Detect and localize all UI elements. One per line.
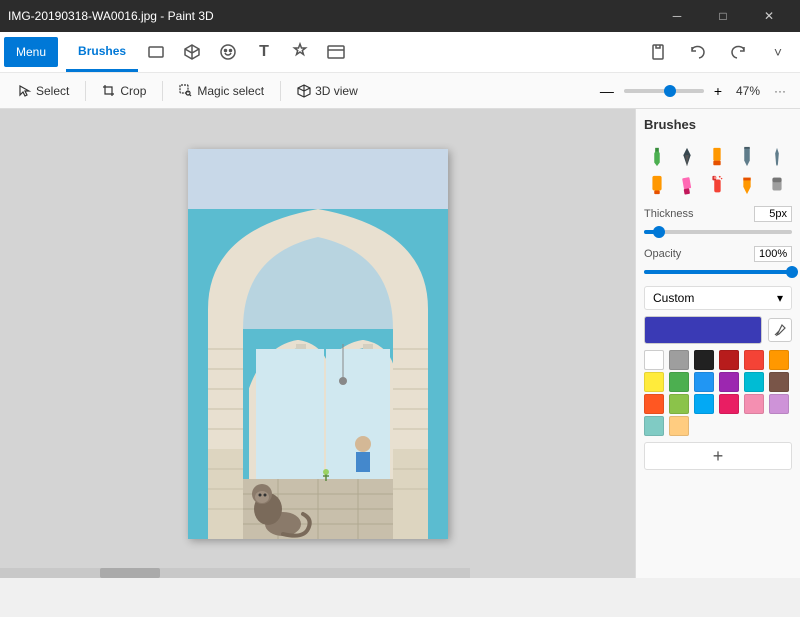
color-swatch[interactable]	[669, 372, 689, 392]
more-menu-button[interactable]: ···	[768, 82, 792, 100]
thickness-slider-row	[644, 226, 792, 234]
tab-stickers[interactable]	[210, 34, 246, 70]
thickness-row: Thickness 5px	[644, 206, 792, 222]
color-swatch[interactable]	[644, 350, 664, 370]
menu-button[interactable]: Menu	[4, 37, 58, 67]
redo-button[interactable]	[720, 34, 756, 70]
eyedropper-button[interactable]	[768, 318, 792, 342]
color-swatch[interactable]	[719, 350, 739, 370]
image-canvas	[188, 149, 448, 539]
window-controls: ─ □ ✕	[654, 0, 792, 32]
magic-select-button[interactable]: Magic select	[169, 80, 274, 102]
opacity-label: Opacity	[644, 248, 681, 260]
zoom-slider-track[interactable]	[624, 89, 704, 93]
color-section-label: Custom	[653, 291, 694, 305]
color-section-header[interactable]: Custom ▾	[644, 286, 792, 310]
tab-canvas[interactable]	[318, 34, 354, 70]
divider3	[280, 81, 281, 101]
thickness-slider-track[interactable]	[644, 230, 792, 234]
brush-marker[interactable]	[644, 144, 670, 170]
brush-spray[interactable]	[704, 172, 730, 198]
color-swatch[interactable]	[644, 394, 664, 414]
opacity-row: Opacity 100%	[644, 246, 792, 262]
zoom-plus-button[interactable]: +	[708, 81, 728, 101]
color-palette	[644, 350, 792, 436]
view-3d-button[interactable]: 3D view	[287, 80, 368, 102]
brush-fat-marker[interactable]	[644, 172, 670, 198]
canvas-scrollbar-horizontal[interactable]	[0, 568, 470, 578]
selected-color-swatch[interactable]	[644, 316, 762, 344]
color-swatch[interactable]	[644, 416, 664, 436]
color-swatch[interactable]	[769, 394, 789, 414]
brush-eraser[interactable]	[764, 172, 790, 198]
opacity-slider-row	[644, 266, 792, 274]
divider2	[162, 81, 163, 101]
color-swatch[interactable]	[669, 416, 689, 436]
brush-flat-marker2[interactable]	[734, 172, 760, 198]
color-swatch[interactable]	[644, 372, 664, 392]
color-swatch[interactable]	[694, 394, 714, 414]
color-swatch[interactable]	[744, 394, 764, 414]
more-options-icon[interactable]: ˅	[760, 34, 796, 70]
brush-calligraphy[interactable]	[734, 144, 760, 170]
brush-thin-pen[interactable]	[764, 144, 790, 170]
panel-title: Brushes	[644, 117, 792, 136]
thickness-value[interactable]: 5px	[754, 206, 792, 222]
ribbon: Menu Brushes	[0, 32, 800, 109]
canvas-area[interactable]	[0, 109, 635, 578]
close-button[interactable]: ✕	[746, 0, 792, 32]
thickness-label: Thickness	[644, 208, 694, 220]
opacity-slider-fill	[644, 270, 792, 274]
color-swatch[interactable]	[694, 372, 714, 392]
opacity-value[interactable]: 100%	[754, 246, 792, 262]
color-swatch[interactable]	[669, 394, 689, 414]
color-swatch[interactable]	[719, 372, 739, 392]
paste-3d-icon[interactable]	[640, 34, 676, 70]
color-preview-row	[644, 316, 792, 344]
title-bar: IMG-20190318-WA0016.jpg - Paint 3D ─ □ ✕	[0, 0, 800, 32]
zoom-minus-button[interactable]: —	[594, 81, 620, 101]
zoom-slider-thumb	[664, 85, 676, 97]
tab-brushes[interactable]: Brushes	[66, 32, 138, 72]
main-area: Brushes	[0, 109, 800, 578]
color-swatch[interactable]	[744, 372, 764, 392]
tab-text[interactable]: T	[246, 34, 282, 70]
color-swatch[interactable]	[769, 372, 789, 392]
select-tool-button[interactable]: Select	[8, 80, 79, 102]
color-swatch[interactable]	[694, 350, 714, 370]
undo-button[interactable]	[680, 34, 716, 70]
color-swatch[interactable]	[744, 350, 764, 370]
tab-effects[interactable]	[282, 34, 318, 70]
brush-pen[interactable]	[674, 144, 700, 170]
brush-highlighter[interactable]	[674, 172, 700, 198]
app-title: IMG-20190318-WA0016.jpg - Paint 3D	[8, 9, 214, 23]
color-swatch[interactable]	[769, 350, 789, 370]
add-color-button[interactable]: +	[644, 442, 792, 470]
color-swatch[interactable]	[669, 350, 689, 370]
ribbon-tabs: Menu Brushes	[0, 32, 800, 72]
scroll-thumb-h	[100, 568, 160, 578]
brushes-panel: Brushes	[635, 109, 800, 578]
magic-select-label: Magic select	[197, 84, 264, 98]
select-label: Select	[36, 84, 69, 98]
view-3d-label: 3D view	[315, 84, 358, 98]
maximize-button[interactable]: □	[700, 0, 746, 32]
chevron-icon: ▾	[777, 291, 783, 305]
color-swatch[interactable]	[719, 394, 739, 414]
secondary-toolbar: Select Crop Magic select 3	[0, 72, 800, 108]
crop-label: Crop	[120, 84, 146, 98]
minimize-button[interactable]: ─	[654, 0, 700, 32]
opacity-slider-thumb[interactable]	[786, 266, 798, 278]
thickness-slider-thumb[interactable]	[653, 226, 665, 238]
tab-2d-shapes[interactable]	[138, 34, 174, 70]
opacity-slider-track[interactable]	[644, 270, 792, 274]
zoom-percentage: 47%	[732, 84, 764, 98]
zoom-control: — + 47% ···	[594, 81, 792, 101]
tab-3d-shapes[interactable]	[174, 34, 210, 70]
crop-tool-button[interactable]: Crop	[92, 80, 156, 102]
brush-flat-marker[interactable]	[704, 144, 730, 170]
divider1	[85, 81, 86, 101]
brush-grid	[644, 144, 792, 198]
tab-brushes-label: Brushes	[78, 44, 126, 58]
